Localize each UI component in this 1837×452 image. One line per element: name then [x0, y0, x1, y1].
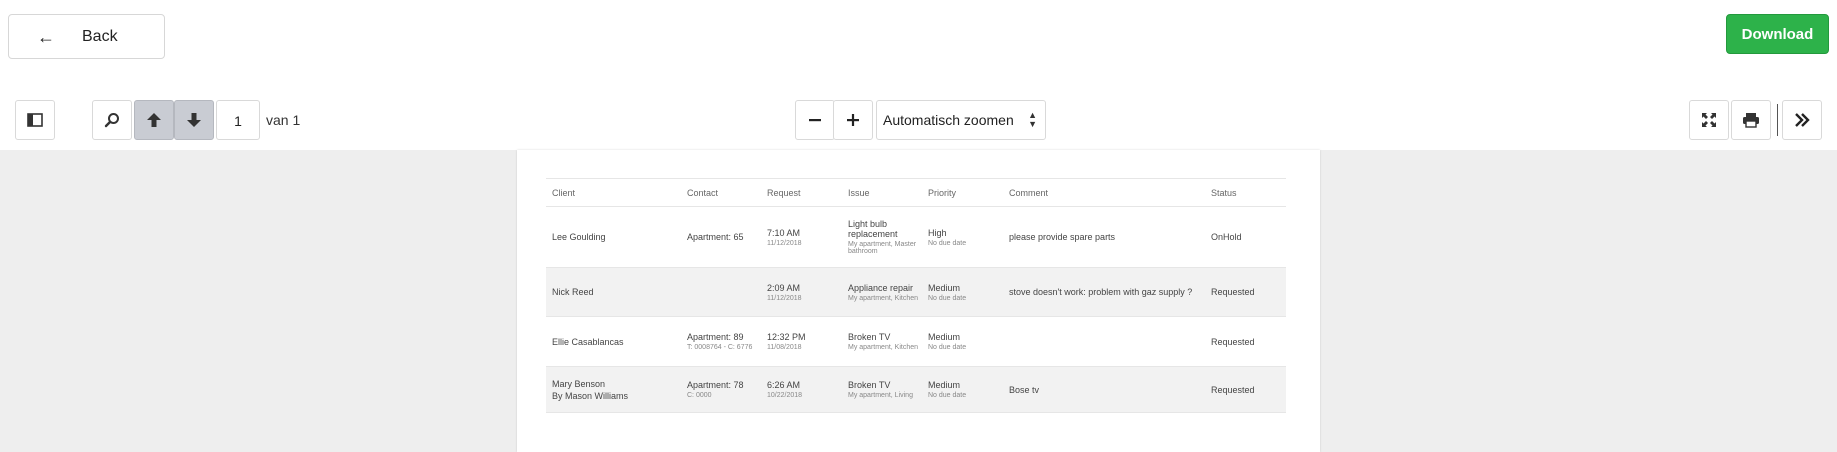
contact-apartment: Apartment: 78 [687, 380, 744, 390]
requests-table: Client Contact Request Issue Priority Co… [546, 178, 1286, 413]
client-name: Lee Goulding [552, 232, 606, 242]
table-row: Lee Goulding Apartment: 65 7:10 AM 11/12/… [546, 206, 1286, 268]
client-name: Ellie Casablancas [552, 336, 624, 347]
priority-level: Medium [928, 332, 961, 342]
issue-location: My apartment, Living [848, 392, 913, 399]
request-time: 7:10 AM [767, 227, 801, 238]
comment-text: Bose tv [1009, 384, 1040, 395]
column-header-priority: Priority [922, 178, 1003, 207]
request-date: 11/12/2018 [767, 239, 802, 247]
arrow-down-icon [186, 112, 202, 128]
column-header-client: Client [546, 178, 681, 207]
print-button[interactable] [1731, 100, 1771, 140]
top-bar: ← Back Download [0, 0, 1837, 86]
priority-due: No due date [928, 392, 967, 399]
toolbar-separator [1777, 104, 1778, 136]
client-booked-by: By Mason Williams [552, 390, 629, 401]
back-button-label: Back [82, 27, 118, 45]
previous-page-button[interactable] [134, 100, 174, 140]
priority-due: No due date [928, 294, 967, 302]
zoom-select-value: Automatisch zoomen [883, 112, 1014, 128]
next-page-button[interactable] [174, 100, 214, 140]
contact-phone: C: 0000 [687, 392, 712, 399]
issue-location: My apartment, Kitchen [848, 294, 919, 302]
column-header-status: Status [1205, 178, 1286, 207]
client-name: Nick Reed [552, 287, 594, 297]
fullscreen-icon [1701, 112, 1717, 128]
plus-icon [846, 113, 860, 127]
sidebar-toggle-button[interactable] [15, 100, 55, 140]
tools-menu-button[interactable] [1782, 100, 1822, 140]
issue-location: My apartment, Master bathroom [848, 241, 917, 255]
document-viewer[interactable]: Client Contact Request Issue Priority Co… [0, 150, 1837, 452]
column-header-comment: Comment [1003, 178, 1205, 207]
presentation-mode-button[interactable] [1689, 100, 1729, 140]
issue-title: Appliance repair [848, 282, 914, 293]
minus-icon [808, 113, 822, 127]
print-icon [1742, 112, 1760, 128]
table-row: Nick Reed 2:09 AM 11/12/2018 Appliance re… [546, 267, 1286, 317]
issue-title: Broken TV [848, 332, 891, 342]
request-time: 2:09 AM [767, 282, 801, 293]
priority-level: Medium [928, 380, 961, 390]
request-date: 10/22/2018 [767, 392, 803, 399]
search-icon [104, 112, 120, 128]
status-text: Requested [1211, 384, 1255, 395]
request-time: 12:32 PM [767, 332, 806, 342]
double-chevron-right-icon [1794, 113, 1810, 127]
table-row: Mary Benson By Mason Williams Apartment: … [546, 366, 1286, 413]
column-header-contact: Contact [681, 178, 761, 207]
zoom-select[interactable]: Automatisch zoomen ▲ ▼ [876, 100, 1046, 140]
priority-due: No due date [928, 344, 967, 351]
page-count-label: van 1 [266, 112, 301, 128]
issue-title: Light bulb replacement [848, 219, 898, 239]
zoom-in-button[interactable] [833, 100, 873, 140]
page-number-input[interactable]: 1 [216, 100, 260, 140]
priority-level: Medium [928, 282, 961, 293]
priority-level: High [928, 227, 947, 238]
arrow-up-icon [146, 112, 162, 128]
table-row: Ellie Casablancas Apartment: 89 T: 000876… [546, 316, 1286, 367]
contact-phone: T: 0008764 - C: 6776 [687, 344, 753, 351]
issue-location: My apartment, Kitchen [848, 344, 919, 351]
request-date: 11/12/2018 [767, 294, 802, 302]
zoom-out-button[interactable] [795, 100, 835, 140]
status-text: OnHold [1211, 232, 1242, 242]
request-date: 11/08/2018 [767, 344, 802, 351]
issue-title: Broken TV [848, 380, 891, 390]
download-button[interactable]: Download [1726, 14, 1829, 54]
column-header-request: Request [761, 178, 842, 207]
comment-text: please provide spare parts [1009, 232, 1116, 242]
select-caret-icon: ▲ ▼ [1028, 110, 1037, 129]
pdf-page: Client Contact Request Issue Priority Co… [517, 150, 1320, 452]
status-text: Requested [1211, 336, 1255, 347]
comment-text: stove doesn't work: problem with gaz sup… [1009, 287, 1193, 297]
request-time: 6:26 AM [767, 380, 801, 390]
status-text: Requested [1211, 287, 1255, 297]
contact-apartment: Apartment: 65 [687, 232, 744, 242]
contact-apartment: Apartment: 89 [687, 332, 744, 342]
back-button[interactable]: ← Back [8, 14, 165, 59]
client-name: Mary Benson [552, 378, 606, 389]
arrow-left-icon: ← [37, 26, 55, 47]
sidebar-toggle-icon [27, 113, 43, 127]
find-button[interactable] [92, 100, 132, 140]
column-header-issue: Issue [842, 178, 922, 207]
priority-due: No due date [928, 239, 967, 247]
